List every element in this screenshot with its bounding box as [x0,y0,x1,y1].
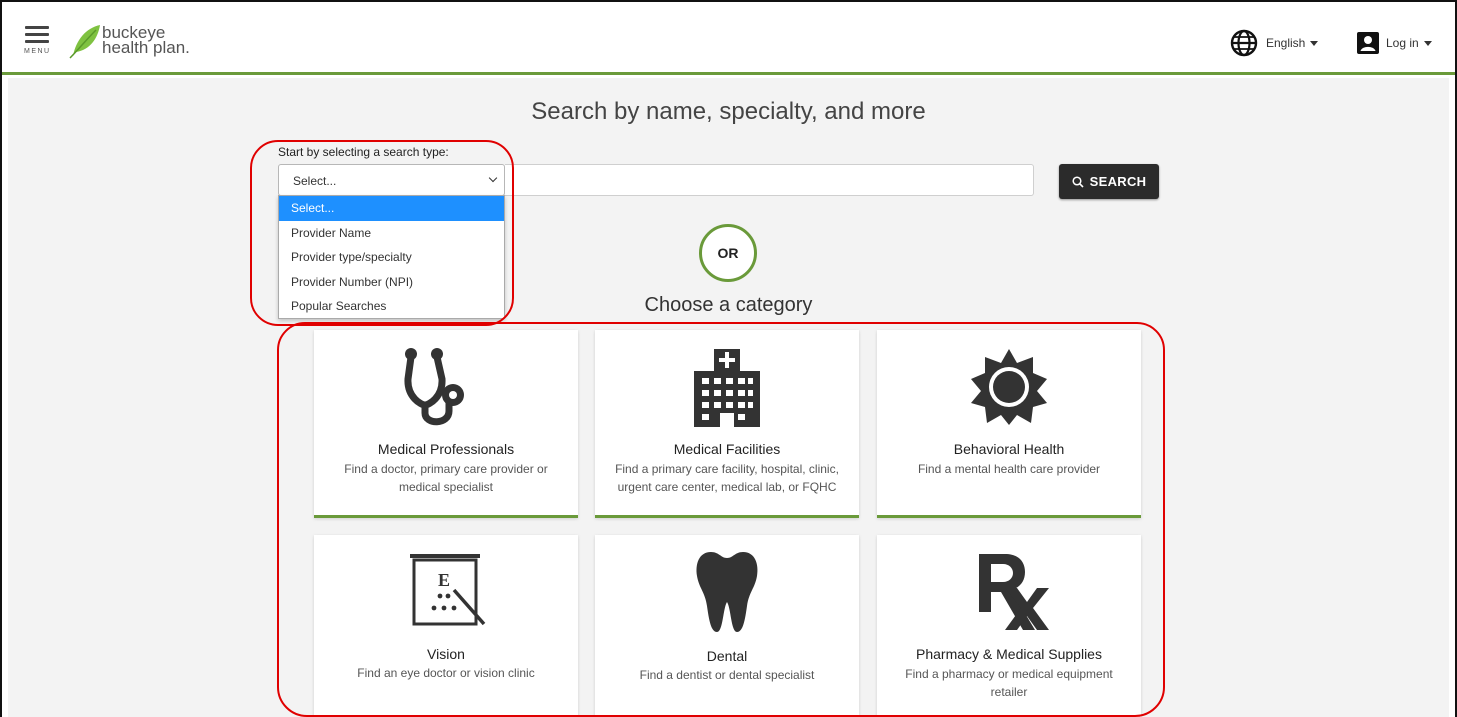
category-heading: Choose a category [644,294,813,316]
sun-icon [877,342,1141,432]
category-card-behavioral-health[interactable]: Behavioral Health Find a mental health c… [877,330,1141,518]
globe-icon [1230,29,1258,57]
search-type-value: Select... [293,174,337,188]
dropdown-option[interactable]: Popular Searches [279,294,504,319]
category-card-dental[interactable]: Dental Find a dentist or dental speciali… [595,535,859,717]
page-title: Search by name, specialty, and more [531,98,926,125]
caret-down-icon [1423,41,1432,46]
hamburger-icon-bar [25,33,49,36]
search-button[interactable]: SEARCH [1059,164,1159,199]
search-type-dropdown: Select... Provider Name Provider type/sp… [278,195,505,319]
login-label: Log in [1386,36,1419,50]
category-desc: Find a mental health care provider [917,462,1101,476]
leaf-logo-icon [69,25,100,59]
eye-chart-icon: E [314,545,578,635]
category-title: Medical Professionals [377,441,515,457]
category-desc: Find a doctor, primary care provider or … [344,462,548,494]
stethoscope-icon [314,342,578,432]
menu-button[interactable]: MENU [23,24,53,58]
site-header: MENU buckeye health plan. English Log in [2,2,1455,75]
tooth-icon [595,547,859,637]
language-label: English [1266,36,1306,50]
user-icon [1357,32,1379,54]
login-menu[interactable]: Log in [1356,29,1432,57]
category-title: Dental [706,648,748,664]
hamburger-icon-bar [25,40,49,43]
or-divider: OR [699,224,757,282]
search-type-label: Start by selecting a search type: [278,145,449,159]
rx-icon [877,547,1141,637]
category-desc: Find a pharmacy or medical equipment ret… [905,667,1113,699]
search-button-label: SEARCH [1089,174,1147,189]
category-desc: Find a dentist or dental specialist [639,668,815,682]
category-desc: Find a primary care facility, hospital, … [615,462,839,494]
category-card-medical-facilities[interactable]: Medical Facilities Find a primary care f… [595,330,859,518]
category-card-vision[interactable]: E Vision Find an eye doctor or vision cl… [314,535,578,717]
caret-down-icon [1310,41,1319,46]
category-desc: Find an eye doctor or vision clinic [357,666,535,680]
dropdown-option[interactable]: Select... [279,196,504,221]
category-title: Pharmacy & Medical Supplies [916,646,1102,662]
dropdown-option[interactable]: Provider type/specialty [279,245,504,270]
dropdown-option[interactable]: Provider Name [279,221,504,246]
main-content: Search by name, specialty, and more Star… [8,78,1449,717]
logo-text-line2: health plan. [102,38,190,57]
category-title: Medical Facilities [673,441,781,457]
search-type-select[interactable]: Select... [278,164,505,196]
category-card-medical-professionals[interactable]: Medical Professionals Find a doctor, pri… [314,330,578,518]
menu-label: MENU [24,48,51,55]
search-input[interactable] [505,164,1034,196]
language-selector[interactable]: English [1230,29,1319,57]
chevron-down-icon [488,173,498,183]
hospital-icon [595,342,859,432]
category-card-pharmacy[interactable]: Pharmacy & Medical Supplies Find a pharm… [877,535,1141,717]
hamburger-icon [25,26,49,29]
buckeye-logo[interactable]: buckeye health plan. [68,22,208,62]
dropdown-option[interactable]: Provider Number (NPI) [279,270,504,295]
category-title: Vision [427,646,465,662]
search-icon [1072,175,1084,188]
svg-text:E: E [438,570,450,590]
category-title: Behavioral Health [953,441,1065,457]
